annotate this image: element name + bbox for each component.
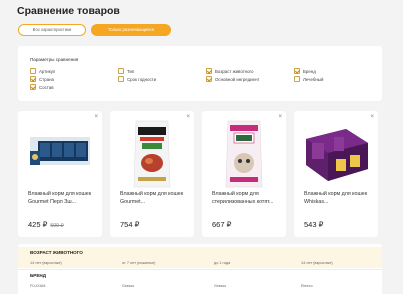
checkbox[interactable] — [294, 76, 300, 82]
table-row: FLUXAM Grasso Grasso Eleeco — [18, 281, 382, 291]
product-name[interactable]: Влажный корм для кошек Whiskas... — [304, 191, 372, 206]
table-cell: от 7 лет (пожилые) — [122, 261, 156, 265]
option-article[interactable]: Артикул — [30, 68, 55, 74]
tab-all-characteristics[interactable]: Все характеристики — [18, 24, 86, 36]
product-price: 667 ₽ — [212, 220, 232, 229]
option-shelf-life[interactable]: Срок годности — [118, 76, 156, 82]
option-composition[interactable]: Состав — [30, 84, 54, 90]
product-price: 425 ₽500 ₽ — [28, 220, 64, 229]
old-price: 500 ₽ — [50, 223, 64, 229]
remove-icon[interactable]: × — [370, 114, 374, 120]
params-title: Параметры сравнения — [30, 57, 79, 62]
product-card[interactable]: × Влажный корм для кошек Whiskas... 543 … — [294, 111, 378, 237]
comparison-table: ВОЗРАСТ ЖИВОТНОГО 14 лет (взрослые) от 7… — [18, 244, 382, 294]
product-name[interactable]: Влажный корм для кошек Gourmet Перл Зш..… — [28, 191, 96, 206]
checkbox[interactable] — [118, 68, 124, 74]
page-title: Сравнение товаров — [17, 5, 120, 17]
row-header-brand: БРЕНД — [30, 273, 47, 278]
table-cell: 14 лет (взрослые) — [30, 261, 62, 265]
table-row: 14 лет (взрослые) от 7 лет (пожилые) до … — [18, 258, 382, 268]
checkbox[interactable] — [206, 76, 212, 82]
option-animal-age[interactable]: Возраст животного — [206, 68, 254, 74]
option-medicinal[interactable]: Лечебный — [294, 76, 323, 82]
product-price: 754 ₽ — [120, 220, 140, 229]
tab-only-differences[interactable]: Только различающиеся — [91, 24, 171, 36]
product-price: 543 ₽ — [304, 220, 324, 229]
table-cell: Grasso — [214, 284, 227, 288]
checkbox[interactable] — [206, 68, 212, 74]
product-image — [306, 129, 368, 181]
table-cell: до 1 года — [214, 261, 231, 265]
option-brand[interactable]: Бренд — [294, 68, 316, 74]
checkbox[interactable] — [30, 84, 36, 90]
table-cell: FLUXAM — [30, 284, 46, 288]
product-card[interactable]: × Влажный корм для кошек Gourmet... 754 … — [110, 111, 194, 237]
product-card[interactable]: × Влажный корм для кошек Gourmet Перл Зш… — [18, 111, 102, 237]
checkbox[interactable] — [294, 68, 300, 74]
checkbox[interactable] — [30, 68, 36, 74]
product-image — [133, 120, 171, 188]
option-type[interactable]: Тип — [118, 68, 134, 74]
product-card[interactable]: × Влажный корм для стерилизованных котят… — [202, 111, 286, 237]
remove-icon[interactable]: × — [94, 114, 98, 120]
table-cell: 14 лет (взрослые) — [301, 261, 333, 265]
product-image — [30, 137, 90, 165]
checkbox[interactable] — [30, 76, 36, 82]
remove-icon[interactable]: × — [186, 114, 190, 120]
product-name[interactable]: Влажный корм для кошек Gourmet... — [120, 191, 188, 206]
remove-icon[interactable]: × — [278, 114, 282, 120]
table-cell: Eleeco — [301, 284, 313, 288]
table-cell: Grasso — [122, 284, 135, 288]
option-main-ingredient[interactable]: Основной ингредиент — [206, 76, 260, 82]
product-name[interactable]: Влажный корм для стерилизованных котят..… — [212, 191, 280, 206]
product-image — [225, 120, 263, 188]
option-country[interactable]: Страна — [30, 76, 54, 82]
row-header-animal-age: ВОЗРАСТ ЖИВОТНОГО — [18, 247, 382, 258]
checkbox[interactable] — [118, 76, 124, 82]
comparison-params-panel: Параметры сравнения Артикул Страна Соста… — [18, 46, 382, 101]
